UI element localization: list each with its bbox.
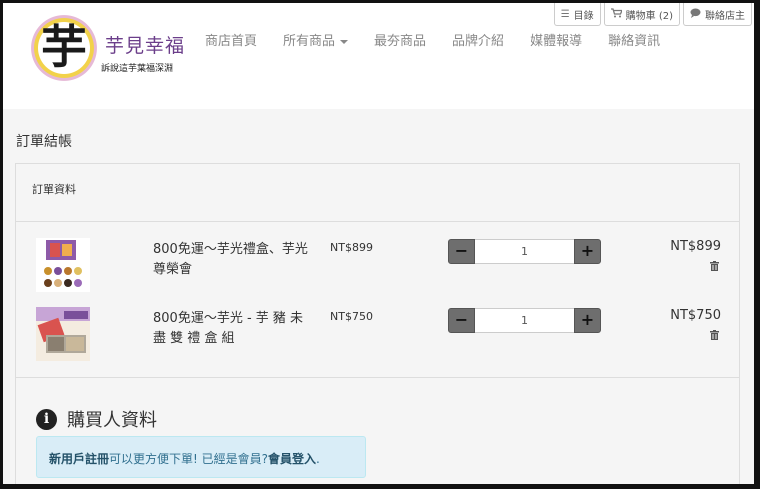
member-notice: 新用戶註冊可以更方便下單! 已經是會員?會員登入. (36, 436, 366, 478)
order-item-row: 800免運～芋光禮盒、芋光尊榮會 NT$899 − 1 + NT$899 (16, 238, 739, 298)
decrease-quantity-button[interactable]: − (448, 308, 475, 333)
logo-subtitle: 訴說這芋葉福深淵 (101, 64, 174, 74)
decrease-quantity-button[interactable]: − (448, 239, 475, 264)
unit-price: NT$750 (330, 310, 373, 323)
brand-logo[interactable]: 芋 芋見幸福 訴說這芋葉福深淵 (29, 13, 184, 83)
login-link[interactable]: 會員登入 (268, 452, 316, 466)
increase-quantity-button[interactable]: + (574, 308, 601, 333)
nav-home[interactable]: 商店首頁 (205, 30, 257, 49)
nav-all-products-label: 所有商品 (283, 34, 336, 49)
logo-title: 芋見幸福 (105, 35, 186, 57)
quantity-stepper: − 1 + (448, 239, 601, 264)
contact-owner-label: 聯絡店主 (705, 10, 745, 22)
quantity-input[interactable]: 1 (475, 308, 574, 333)
catalog-label: 目錄 (573, 10, 594, 22)
notice-end: . (316, 452, 320, 466)
nav-brand[interactable]: 品牌介紹 (452, 30, 504, 49)
nav-hot-products[interactable]: 最夯商品 (374, 30, 426, 49)
unit-price: NT$899 (330, 241, 373, 254)
register-link[interactable]: 新用戶註冊 (49, 452, 109, 466)
list-icon: ☰ (560, 8, 570, 20)
cart-icon (610, 7, 623, 21)
cart-button[interactable]: 購物車 (2) (603, 3, 680, 26)
product-name[interactable]: 800免運～芋光禮盒、芋光尊榮會 (153, 240, 313, 280)
caret-down-icon (340, 39, 349, 44)
notice-text: 可以更方便下單! 已經是會員? (109, 452, 269, 466)
trash-icon[interactable] (710, 330, 719, 343)
product-thumbnail[interactable] (36, 238, 90, 292)
site-header: 芋 芋見幸福 訴說這芋葉福深淵 商店首頁 所有商品 最夯商品 品牌介紹 媒體報導… (3, 3, 754, 109)
cart-label: 購物車 (2) (625, 10, 673, 22)
contact-owner-button[interactable]: 聯絡店主 (683, 3, 752, 26)
nav-contact[interactable]: 聯絡資訊 (608, 30, 660, 49)
order-panel-title: 訂單資料 (32, 183, 76, 196)
line-total: NT$899 (670, 239, 721, 254)
info-icon: i (36, 408, 57, 430)
main-nav: 商店首頁 所有商品 最夯商品 品牌介紹 媒體報導 聯絡資訊 (205, 30, 686, 49)
product-thumbnail[interactable] (36, 307, 90, 361)
checkout-content: 訂單結帳 訂單資料 800免運～芋光禮盒、芋光尊榮會 NT$899 − 1 + … (3, 109, 754, 489)
line-total: NT$750 (670, 308, 721, 323)
catalog-button[interactable]: ☰ 目錄 (553, 3, 601, 26)
logo-character: 芋 (41, 20, 87, 74)
order-item-row: 800免運～芋光 - 芋 豬 未 盡 雙 禮 盒 組 NT$750 − 1 + … (16, 307, 739, 367)
increase-quantity-button[interactable]: + (574, 239, 601, 264)
trash-icon[interactable] (710, 261, 719, 274)
page-title: 訂單結帳 (16, 134, 72, 150)
buyer-section-title: 購買人資料 (67, 410, 157, 431)
order-panel: 訂單資料 800免運～芋光禮盒、芋光尊榮會 NT$899 − 1 + NT$89… (15, 163, 740, 489)
product-name[interactable]: 800免運～芋光 - 芋 豬 未 盡 雙 禮 盒 組 (153, 309, 313, 349)
order-panel-header: 訂單資料 (16, 164, 739, 222)
section-divider (16, 377, 739, 378)
quantity-stepper: − 1 + (448, 308, 601, 333)
buyer-section-heading: i 購買人資料 (36, 406, 157, 432)
quantity-input[interactable]: 1 (475, 239, 574, 264)
top-buttons: ☰ 目錄 購物車 (2) 聯絡店主 (553, 3, 752, 26)
chat-icon (690, 8, 701, 21)
nav-all-products[interactable]: 所有商品 (283, 30, 349, 49)
nav-media[interactable]: 媒體報導 (530, 30, 582, 49)
